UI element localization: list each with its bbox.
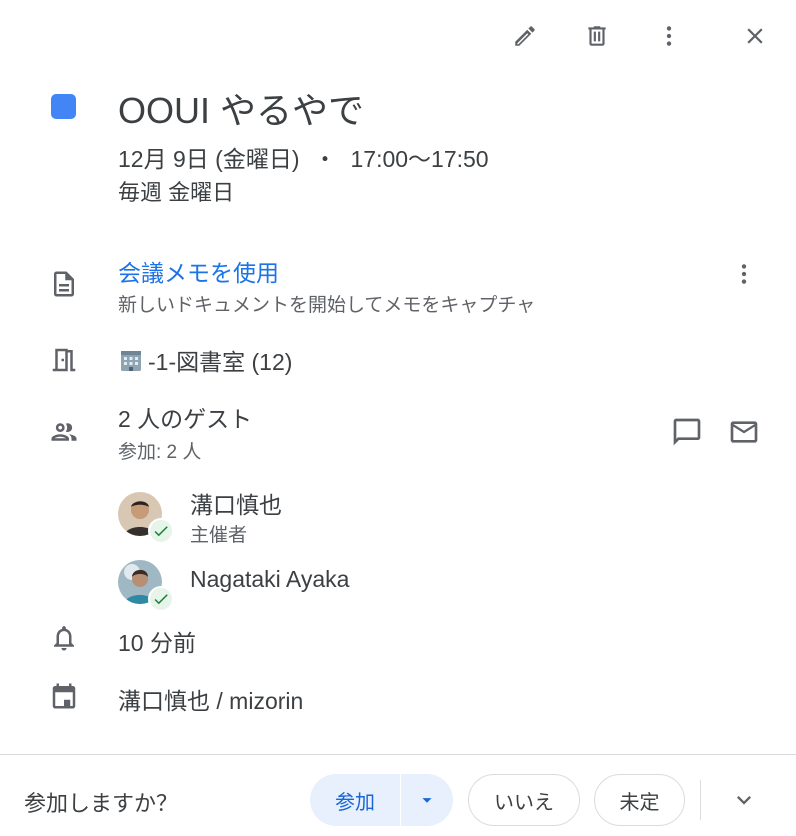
guest-name: 溝口慎也 (190, 492, 282, 518)
footer-separator (700, 780, 701, 820)
event-detail-panel: OOUI やるやで 12月 9日 (金曜日) ・ 17:00〜17:50 毎週 金曜… (0, 0, 796, 836)
more-vert-icon (666, 26, 672, 46)
notes-more-button[interactable] (722, 252, 766, 296)
guest-role: 主催者 (190, 525, 248, 546)
email-guests-button[interactable] (722, 410, 766, 454)
pencil-icon (515, 26, 535, 46)
guests-count: 2 人のゲスト (118, 406, 253, 432)
office-building-icon (121, 351, 141, 371)
document-icon (46, 266, 82, 302)
calendar-icon (46, 678, 82, 714)
edit-button[interactable] (503, 14, 547, 58)
guest-item[interactable]: Nagataki Ayaka (118, 560, 678, 616)
close-icon (747, 28, 763, 44)
rsvp-no-button[interactable]: いいえ (468, 774, 580, 826)
rsvp-yes-dropdown[interactable] (401, 774, 453, 826)
guests-summary: 参加: 2 人 (118, 442, 202, 463)
guest-name: Nagataki Ayaka (190, 566, 350, 592)
more-vert-icon (741, 264, 747, 284)
delete-button[interactable] (575, 14, 619, 58)
people-icon (46, 414, 82, 450)
room-location: -1-図書室 (12) (118, 343, 292, 377)
meeting-notes-subtitle: 新しいドキュメントを開始してメモをキャプチャ (118, 295, 536, 316)
mail-icon (730, 421, 758, 443)
event-title: OOUI やるやで (118, 90, 365, 131)
room-label: -1-図書室 (12) (148, 349, 293, 375)
meeting-notes-link[interactable]: 会議メモを使用 (118, 254, 279, 288)
event-date: 12月 9日 (金曜日) (118, 146, 300, 172)
footer-divider (0, 754, 796, 755)
calendar-owner: 溝口慎也 / mizorin (118, 688, 304, 714)
bell-icon (46, 620, 82, 656)
chat-guests-button[interactable] (665, 410, 709, 454)
rsvp-yes-button[interactable]: 参加 (310, 774, 400, 826)
accepted-check-icon (148, 586, 174, 612)
chat-bubble-icon (673, 418, 701, 446)
rsvp-question: 参加しますか？ (24, 791, 179, 816)
more-options-button[interactable] (647, 14, 691, 58)
chevron-down-icon (737, 796, 751, 805)
arrow-drop-down-icon (422, 798, 432, 803)
reminder-time: 10 分前 (118, 630, 196, 656)
datetime-separator: ・ (313, 146, 337, 172)
door-icon (46, 342, 82, 378)
event-datetime: 12月 9日 (金曜日) ・ 17:00〜17:50 (118, 140, 489, 174)
trash-icon (588, 26, 606, 46)
expand-button[interactable] (722, 778, 766, 822)
accepted-check-icon (148, 518, 174, 544)
guest-item[interactable]: 溝口慎也 主催者 (118, 492, 678, 548)
event-recurrence: 毎週 金曜日 (118, 180, 235, 205)
rsvp-maybe-button[interactable]: 未定 (594, 774, 685, 826)
rsvp-yes-split-button: 参加 (310, 774, 453, 826)
close-button[interactable] (733, 14, 777, 58)
event-color-swatch (51, 94, 76, 119)
event-time: 17:00〜17:50 (350, 146, 489, 172)
